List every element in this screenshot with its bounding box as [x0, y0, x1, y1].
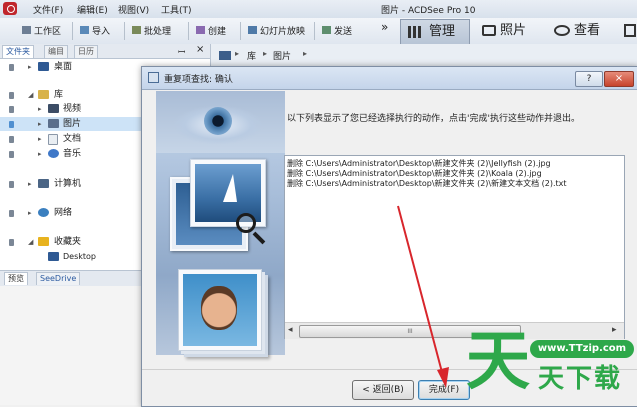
watermark-text: 天下载 [538, 364, 623, 394]
watermark-url-badge: www.TTzip.com [530, 340, 634, 358]
watermark-big-char: 天 [466, 325, 530, 399]
